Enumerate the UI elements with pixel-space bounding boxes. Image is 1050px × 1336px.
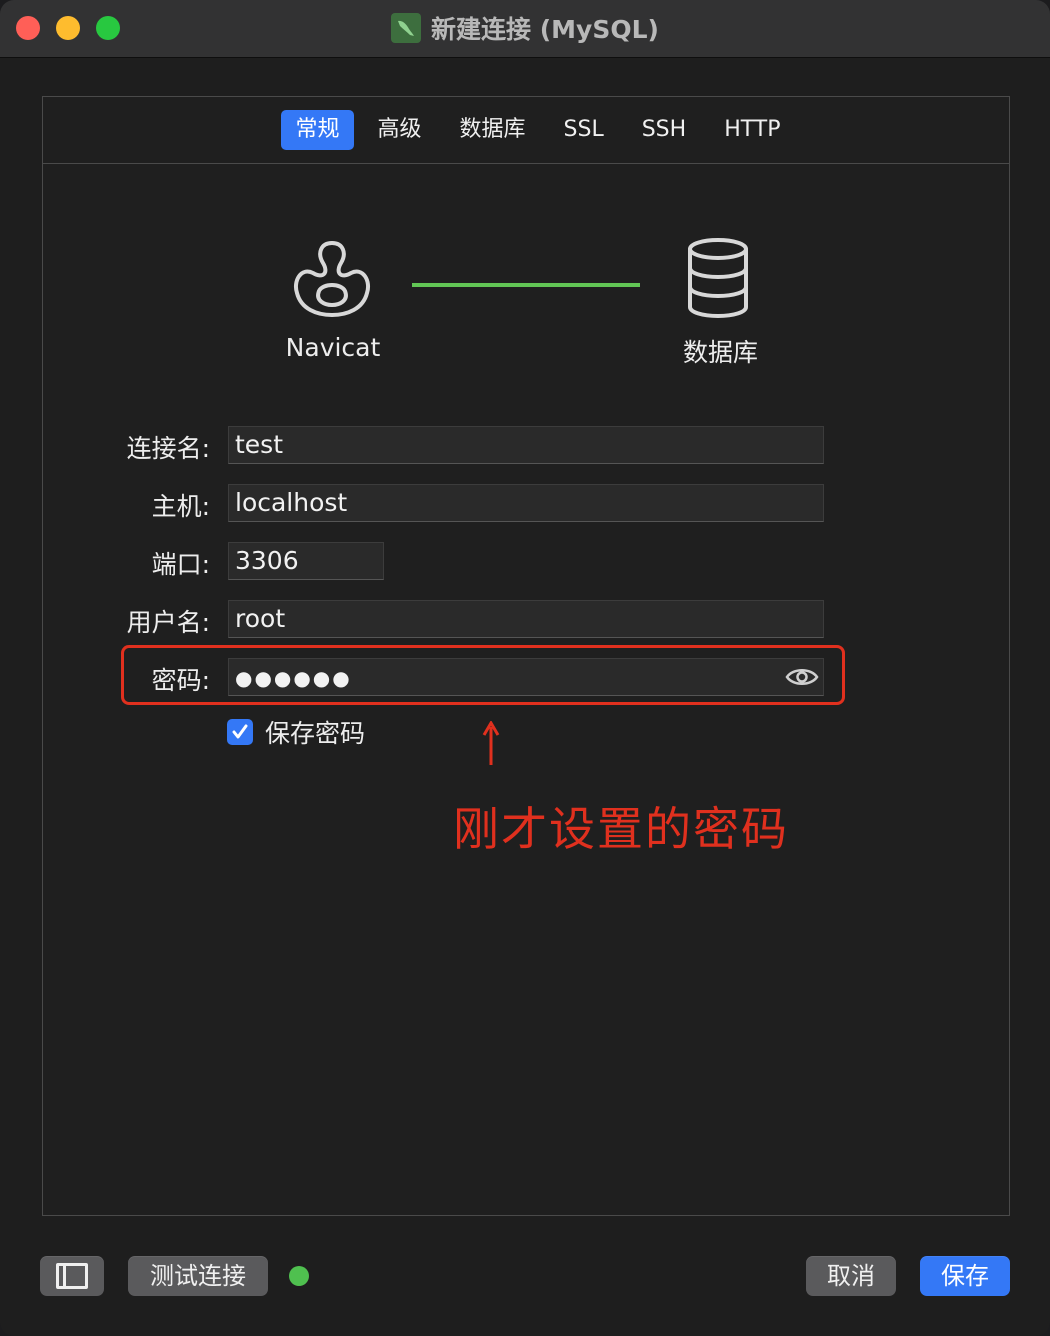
tab-http[interactable]: HTTP <box>710 110 794 150</box>
password-highlight-box <box>121 645 845 705</box>
tab-advanced[interactable]: 高级 <box>364 110 436 150</box>
tab-general[interactable]: 常规 <box>281 110 354 150</box>
connection-window: 新建连接 (MySQL) 常规 高级 数据库 SSL SSH HTTP Navi… <box>0 0 1050 1336</box>
navicat-icon <box>294 241 370 317</box>
username-label: 用户名: <box>126 608 210 637</box>
main-panel: 常规 高级 数据库 SSL SSH HTTP Navicat 数据库 连接名: … <box>42 96 1010 1216</box>
sidebar-icon <box>56 1263 88 1289</box>
port-label: 端口: <box>151 550 210 579</box>
username-input[interactable]: root <box>228 600 824 638</box>
window-title: 新建连接 (MySQL) <box>431 15 659 44</box>
title-area: 新建连接 (MySQL) <box>0 10 1050 46</box>
host-label: 主机: <box>151 492 210 521</box>
host-input[interactable]: localhost <box>228 484 824 522</box>
navicat-label: Navicat <box>285 333 381 362</box>
tab-bar: 常规 高级 数据库 SSL SSH HTTP <box>43 97 1009 164</box>
database-icon <box>688 238 748 319</box>
test-connection-button[interactable]: 测试连接 <box>128 1256 268 1296</box>
connection-diagram: Navicat 数据库 <box>43 227 1009 377</box>
connection-name-label: 连接名: <box>126 434 210 463</box>
tab-ssh[interactable]: SSH <box>628 110 700 150</box>
checkmark-icon <box>232 724 248 739</box>
save-password-checkbox[interactable] <box>227 719 253 745</box>
connection-line <box>412 283 640 287</box>
annotation-text: 刚才设置的密码 <box>453 802 789 856</box>
tab-ssl[interactable]: SSL <box>550 110 618 150</box>
save-password-label: 保存密码 <box>265 719 366 748</box>
port-input[interactable]: 3306 <box>228 542 384 580</box>
connection-status-indicator <box>289 1266 309 1286</box>
toggle-sidebar-button[interactable] <box>40 1256 104 1296</box>
save-button[interactable]: 保存 <box>920 1256 1010 1296</box>
cancel-button[interactable]: 取消 <box>806 1256 896 1296</box>
tab-databases[interactable]: 数据库 <box>446 110 540 150</box>
connection-name-input[interactable]: test <box>228 426 824 464</box>
database-label: 数据库 <box>682 338 758 367</box>
navicat-mysql-icon <box>391 13 422 43</box>
titlebar: 新建连接 (MySQL) <box>0 0 1050 58</box>
up-arrow-icon <box>482 721 500 765</box>
